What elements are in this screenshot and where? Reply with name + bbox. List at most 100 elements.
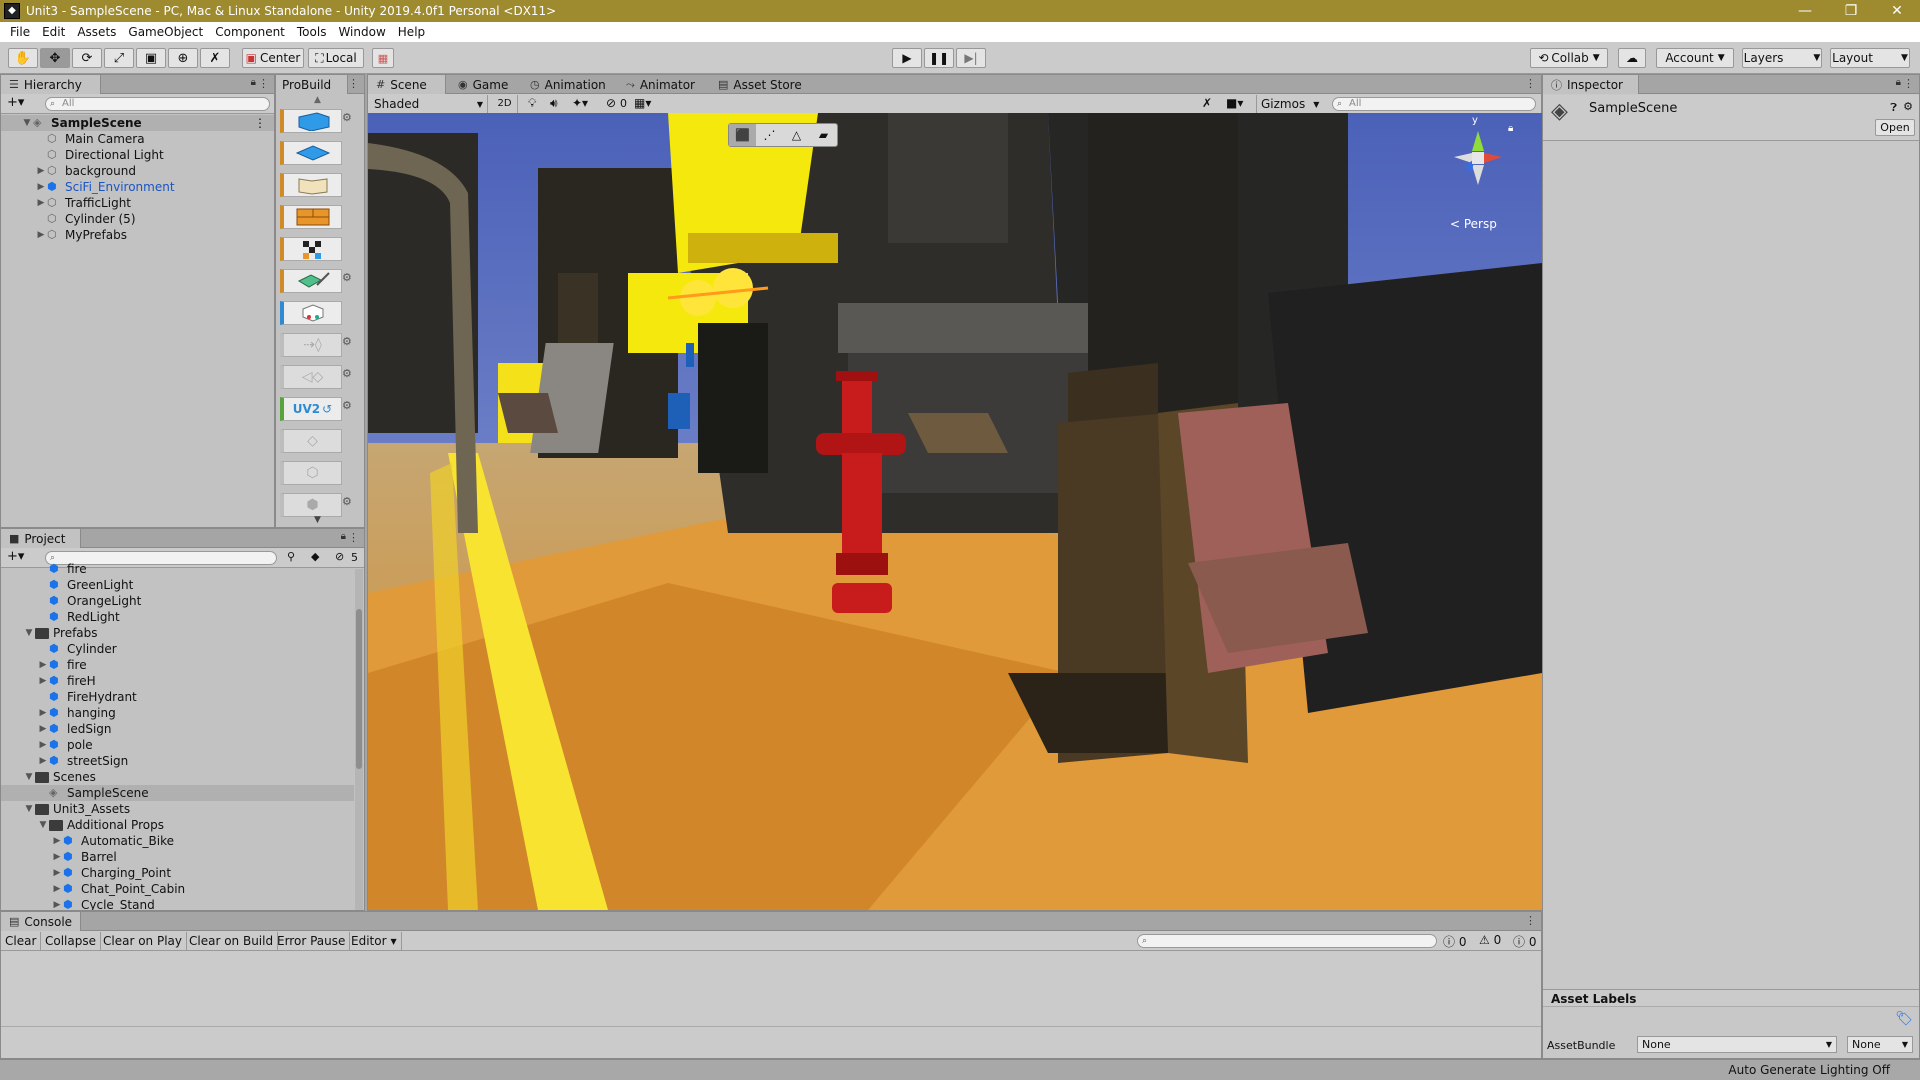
collapse-arrow-icon[interactable]: ▶ xyxy=(51,852,63,862)
pivot-local-button[interactable]: ⛶ Local xyxy=(308,48,364,68)
collapse-arrow-icon[interactable]: ▶ xyxy=(35,166,47,176)
project-item[interactable]: ◈ SampleScene xyxy=(1,785,354,801)
pb-vertex-colors-button[interactable] xyxy=(280,205,342,229)
custom-tool-button[interactable]: ✗ xyxy=(200,48,230,68)
pause-button[interactable]: ❚❚ xyxy=(924,48,954,68)
effects-icon[interactable]: ✦▾ xyxy=(572,96,588,110)
expand-arrow-icon[interactable]: ▼ xyxy=(21,118,33,128)
gear-icon[interactable]: ⚙ xyxy=(1903,100,1913,113)
project-item[interactable]: ⬢ FireHydrant xyxy=(1,689,354,705)
kebab-menu-icon[interactable]: ⋮ xyxy=(1903,77,1914,90)
grid-toggle-icon[interactable]: ▦▾ xyxy=(634,96,651,110)
2d-toggle-button[interactable]: 2D xyxy=(492,95,518,113)
tag-icon[interactable]: 🏷︎ xyxy=(1895,1011,1913,1027)
pb-new-shape-button[interactable] xyxy=(280,109,342,133)
collab-dropdown[interactable]: ⟲ Collab ▼ xyxy=(1530,48,1608,68)
error-count-toggle[interactable]: ⓘ 0 xyxy=(1513,933,1536,950)
kebab-menu-icon[interactable]: ⋮ xyxy=(348,531,359,544)
project-item[interactable]: ▶ ⬢ ledSign xyxy=(1,721,354,737)
lock-icon[interactable]: 🔒︎ xyxy=(341,531,346,542)
tab-scene[interactable]: # Scene xyxy=(368,75,446,94)
pb-mirror-button[interactable]: ⇢◊ xyxy=(280,333,342,357)
hierarchy-item[interactable]: ▶ ⬢ SciFi_Environment xyxy=(1,179,274,195)
pb-uv-editor-button[interactable] xyxy=(280,173,342,197)
collapse-arrow-icon[interactable]: ▶ xyxy=(37,756,49,766)
pb-smoothing-button[interactable] xyxy=(280,269,342,293)
hierarchy-item[interactable]: ⬡ Main Camera xyxy=(1,131,274,147)
project-item[interactable]: ▶ ⬢ streetSign xyxy=(1,753,354,769)
camera-icon[interactable]: ■▾ xyxy=(1226,96,1243,110)
project-item[interactable]: ▼ Unit3_Assets xyxy=(1,801,354,817)
project-item[interactable]: ▶ ⬢ fire xyxy=(1,657,354,673)
console-search-input[interactable]: ⌕ xyxy=(1137,934,1437,948)
collapse-arrow-icon[interactable]: ▶ xyxy=(51,836,63,846)
kebab-menu-icon[interactable]: ⋮ xyxy=(258,77,269,90)
gear-icon[interactable]: ⚙ xyxy=(342,495,352,508)
projection-label[interactable]: < Persp xyxy=(1450,217,1497,231)
project-item[interactable]: ▶ ⬢ Charging_Point xyxy=(1,865,354,881)
project-item[interactable]: ▼ Prefabs xyxy=(1,625,354,641)
project-item[interactable]: ⬢ RedLight xyxy=(1,609,354,625)
collapse-arrow-icon[interactable]: ▶ xyxy=(37,724,49,734)
menu-help[interactable]: Help xyxy=(392,25,431,39)
tab-animator[interactable]: ⤳ Animator xyxy=(618,75,703,94)
gear-icon[interactable]: ⚙ xyxy=(342,399,352,412)
project-item[interactable]: ▶ ⬢ Chat_Point_Cabin xyxy=(1,881,354,897)
expand-arrow-icon[interactable]: ▼ xyxy=(37,820,49,830)
pb-flip-button[interactable]: ◁◇ xyxy=(280,365,342,389)
add-icon[interactable]: +▾ xyxy=(7,95,24,110)
scene-search-input[interactable]: ⌕ All xyxy=(1332,97,1536,111)
pb-new-poly-button[interactable] xyxy=(280,141,342,165)
error-pause-button[interactable]: Error Pause xyxy=(273,932,351,950)
hand-tool-button[interactable]: ✋ xyxy=(8,48,38,68)
project-item[interactable]: ▶ ⬢ pole xyxy=(1,737,354,753)
hierarchy-item[interactable]: ⬡ Cylinder (5) xyxy=(1,211,274,227)
pb-uv2-button[interactable]: UV2 ↺ xyxy=(280,397,342,421)
hidden-objects-icon[interactable]: ⊘ xyxy=(606,96,616,110)
log-count-toggle[interactable]: ⓘ 0 xyxy=(1443,933,1466,950)
account-dropdown[interactable]: Account ▼ xyxy=(1656,48,1734,68)
kebab-menu-icon[interactable]: ⋮ xyxy=(348,77,359,90)
clear-button[interactable]: Clear xyxy=(1,932,42,950)
project-item[interactable]: ⬢ GreenLight xyxy=(1,577,354,593)
scene-viewport[interactable]: ⬛ ⋰ △ ▰ y 🔒︎ < Persp xyxy=(368,113,1542,910)
play-button[interactable]: ▶ xyxy=(892,48,922,68)
asset-bundle-variant-dropdown[interactable]: None ▼ xyxy=(1847,1036,1913,1053)
kebab-menu-icon[interactable]: ⋮ xyxy=(1525,77,1536,90)
minimize-icon[interactable]: — xyxy=(1782,3,1828,19)
project-item[interactable]: ▶ ⬢ Cycle_Stand xyxy=(1,897,354,910)
collapse-button[interactable]: Collapse xyxy=(41,932,101,950)
gear-icon[interactable]: ⚙ xyxy=(342,271,352,284)
menu-edit[interactable]: Edit xyxy=(36,25,71,39)
asset-bundle-dropdown[interactable]: None ▼ xyxy=(1637,1036,1837,1053)
project-item[interactable]: ▶ ⬢ fireH xyxy=(1,673,354,689)
collapse-arrow-icon[interactable]: ▶ xyxy=(51,868,63,878)
lighting-icon[interactable]: 💡︎ xyxy=(528,96,536,111)
scene-orientation-gizmo[interactable]: y 🔒︎ < Persp xyxy=(1428,115,1528,231)
pb-material-editor-button[interactable] xyxy=(280,237,342,261)
transform-tool-button[interactable]: ⊕ xyxy=(168,48,198,68)
expand-arrow-icon[interactable]: ▼ xyxy=(23,628,35,638)
close-icon[interactable]: ✕ xyxy=(1874,3,1920,19)
tab-asset-store[interactable]: ▤ Asset Store xyxy=(710,75,810,94)
expand-arrow-icon[interactable]: ▼ xyxy=(23,772,35,782)
kebab-menu-icon[interactable]: ⋮ xyxy=(1525,914,1536,927)
scrollbar-thumb[interactable] xyxy=(356,609,362,769)
project-item[interactable]: ▶ ⬢ hanging xyxy=(1,705,354,721)
project-item[interactable]: ▼ Scenes xyxy=(1,769,354,785)
hierarchy-item[interactable]: ▼ ◈ SampleScene ⋮ xyxy=(1,115,274,131)
tab-project[interactable]: ■ Project xyxy=(1,529,81,548)
tab-probuilder[interactable]: ProBuild xyxy=(276,75,348,94)
collapse-arrow-icon[interactable]: ▶ xyxy=(37,708,49,718)
pivot-center-button[interactable]: ▣ Center xyxy=(242,48,304,68)
menu-assets[interactable]: Assets xyxy=(71,25,122,39)
warning-count-toggle[interactable]: ⚠ 0 xyxy=(1479,933,1501,947)
project-item[interactable]: ▼ Additional Props xyxy=(1,817,354,833)
lock-icon[interactable]: 🔒︎ xyxy=(1896,77,1901,88)
menu-file[interactable]: File xyxy=(4,25,36,39)
collapse-arrow-icon[interactable]: ▶ xyxy=(37,660,49,670)
project-item[interactable]: ⬢ Cylinder xyxy=(1,641,354,657)
step-button[interactable]: ▶| xyxy=(956,48,986,68)
object-mode-button[interactable]: ⬛ xyxy=(729,124,756,146)
scale-tool-button[interactable]: ⤢ xyxy=(104,48,134,68)
